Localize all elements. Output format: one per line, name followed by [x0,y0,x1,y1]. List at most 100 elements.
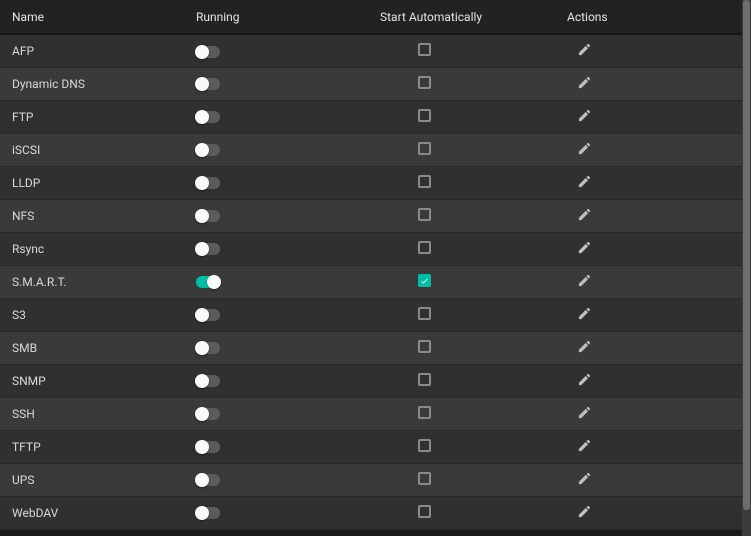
scrollbar-thumb[interactable] [743,0,750,510]
pencil-icon[interactable] [577,405,592,420]
running-toggle[interactable] [196,46,220,58]
autostart-checkbox[interactable] [418,175,431,188]
scrollbar-track[interactable] [742,0,751,536]
running-toggle[interactable] [196,78,220,90]
running-cell [184,232,368,265]
autostart-cell [368,397,555,430]
services-table-scroll: Name Running Start Automatically Actions… [0,0,742,536]
service-name: Rsync [0,232,184,265]
service-name: S.M.A.R.T. [0,265,184,298]
service-name: UPS [0,463,184,496]
autostart-checkbox[interactable] [418,241,431,254]
table-row: iSCSI [0,133,742,166]
autostart-checkbox[interactable] [418,208,431,221]
toggle-knob [195,506,209,520]
autostart-cell [368,430,555,463]
pencil-icon[interactable] [577,438,592,453]
table-row: NFS [0,199,742,232]
autostart-checkbox[interactable] [418,472,431,485]
actions-cell [555,265,742,298]
running-cell [184,430,368,463]
pencil-icon[interactable] [577,108,592,123]
pencil-icon[interactable] [577,273,592,288]
table-row: SMB [0,331,742,364]
running-toggle[interactable] [196,276,220,288]
col-running[interactable]: Running [184,0,368,34]
autostart-cell [368,34,555,67]
toggle-knob [195,143,209,157]
actions-cell [555,496,742,529]
running-toggle[interactable] [196,507,220,519]
running-toggle[interactable] [196,474,220,486]
autostart-cell [368,199,555,232]
pencil-icon[interactable] [577,141,592,156]
actions-cell [555,232,742,265]
autostart-checkbox[interactable] [418,505,431,518]
autostart-checkbox[interactable] [418,406,431,419]
table-row: Dynamic DNS [0,67,742,100]
actions-cell [555,133,742,166]
actions-cell [555,364,742,397]
running-cell [184,100,368,133]
autostart-checkbox[interactable] [418,76,431,89]
pencil-icon[interactable] [577,240,592,255]
pencil-icon[interactable] [577,42,592,57]
running-toggle[interactable] [196,210,220,222]
pencil-icon[interactable] [577,306,592,321]
pencil-icon[interactable] [577,504,592,519]
autostart-cell [368,463,555,496]
running-toggle[interactable] [196,342,220,354]
pencil-icon[interactable] [577,75,592,90]
autostart-checkbox[interactable] [418,340,431,353]
running-toggle[interactable] [196,375,220,387]
table-row: FTP [0,100,742,133]
autostart-checkbox[interactable] [418,142,431,155]
services-table: Name Running Start Automatically Actions… [0,0,742,530]
table-row: S3 [0,298,742,331]
actions-cell [555,463,742,496]
running-cell [184,298,368,331]
autostart-cell [368,364,555,397]
pencil-icon[interactable] [577,339,592,354]
autostart-cell [368,331,555,364]
running-toggle[interactable] [196,243,220,255]
actions-cell [555,430,742,463]
toggle-knob [195,209,209,223]
toggle-knob [195,110,209,124]
pencil-icon[interactable] [577,174,592,189]
running-toggle[interactable] [196,111,220,123]
pencil-icon[interactable] [577,207,592,222]
running-cell [184,364,368,397]
table-row: WebDAV [0,496,742,529]
col-name[interactable]: Name [0,0,184,34]
pencil-icon[interactable] [577,471,592,486]
service-name: WebDAV [0,496,184,529]
actions-cell [555,199,742,232]
autostart-cell [368,100,555,133]
running-toggle[interactable] [196,309,220,321]
running-toggle[interactable] [196,177,220,189]
running-cell [184,331,368,364]
autostart-checkbox[interactable] [418,43,431,56]
autostart-checkbox[interactable] [418,307,431,320]
actions-cell [555,67,742,100]
autostart-checkbox[interactable] [418,439,431,452]
table-row: AFP [0,34,742,67]
running-toggle[interactable] [196,144,220,156]
autostart-checkbox[interactable] [418,109,431,122]
toggle-knob [195,242,209,256]
running-toggle[interactable] [196,408,220,420]
running-cell [184,199,368,232]
running-cell [184,67,368,100]
table-row: S.M.A.R.T. [0,265,742,298]
table-row: LLDP [0,166,742,199]
service-name: iSCSI [0,133,184,166]
col-autostart[interactable]: Start Automatically [368,0,555,34]
autostart-checkbox[interactable] [418,373,431,386]
toggle-knob [195,374,209,388]
service-name: SMB [0,331,184,364]
autostart-checkbox[interactable] [418,274,431,287]
pencil-icon[interactable] [577,372,592,387]
running-toggle[interactable] [196,441,220,453]
autostart-cell [368,265,555,298]
